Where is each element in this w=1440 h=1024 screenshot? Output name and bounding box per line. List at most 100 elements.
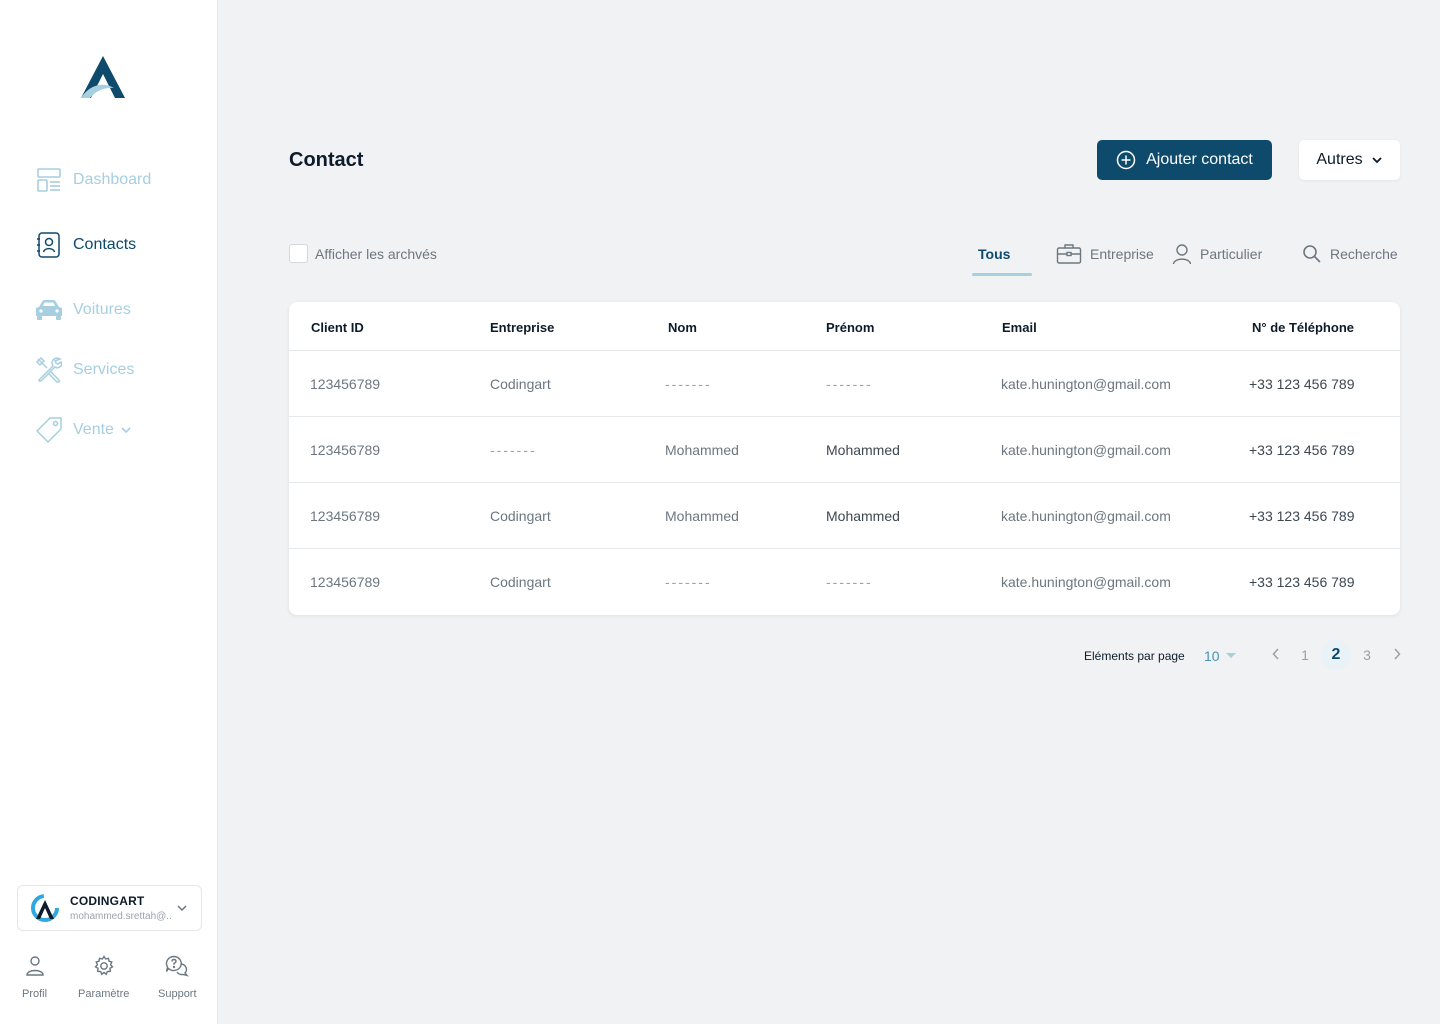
dashboard-icon: [34, 165, 64, 195]
tab-label: Particulier: [1200, 246, 1263, 262]
others-label: Autres: [1316, 151, 1363, 168]
tag-icon: [34, 415, 64, 445]
cell-entreprise: Codingart: [490, 574, 551, 590]
page-title: Contact: [289, 149, 364, 171]
col-entreprise[interactable]: Entreprise: [490, 320, 554, 335]
briefcase-icon: [1056, 243, 1082, 265]
nav-label: Vente: [73, 421, 114, 438]
cell-email: kate.hunington@gmail.com: [1001, 442, 1171, 458]
tools-icon: [34, 355, 64, 385]
tab-label: Tous: [978, 246, 1011, 262]
prev-page-button[interactable]: [1261, 640, 1291, 670]
search-toggle[interactable]: Recherche: [1302, 240, 1398, 268]
page-3-button[interactable]: 3: [1352, 640, 1382, 670]
cell-nom: -------: [665, 574, 712, 590]
tab-particulier[interactable]: Particulier: [1172, 240, 1262, 268]
support-link[interactable]: Support: [158, 955, 197, 1000]
cell-client-id: 123456789: [310, 574, 381, 590]
tab-tous[interactable]: Tous: [978, 240, 1010, 268]
cell-entreprise: -------: [490, 442, 537, 458]
support-chat-icon: [165, 955, 190, 982]
cell-prenom: Mohammed: [826, 508, 900, 524]
col-client-id[interactable]: Client ID: [311, 320, 364, 335]
show-archived-checkbox[interactable]: Afficher les archvés: [289, 244, 437, 263]
cell-client-id: 123456789: [310, 442, 381, 458]
nav-label: Voitures: [73, 301, 131, 318]
nav-label: Dashboard: [73, 171, 152, 188]
col-nom[interactable]: Nom: [668, 320, 697, 335]
per-page-value: 10: [1204, 648, 1220, 664]
cell-email: kate.hunington@gmail.com: [1001, 574, 1171, 590]
search-label: Recherche: [1330, 246, 1398, 262]
settings-label: Paramètre: [78, 988, 130, 1000]
cell-entreprise: Codingart: [490, 376, 551, 392]
per-page-label: Eléments par page: [1084, 649, 1185, 663]
company-logo: [31, 894, 59, 922]
cell-prenom: Mohammed: [826, 442, 900, 458]
account-name: CODINGART: [70, 894, 145, 908]
profile-label: Profil: [22, 988, 48, 1000]
nav-voitures[interactable]: Voitures: [34, 294, 131, 326]
cell-nom: Mohammed: [665, 508, 739, 524]
nav-services[interactable]: Services: [34, 354, 134, 386]
chevron-right-icon: [1393, 647, 1401, 663]
cell-email: kate.hunington@gmail.com: [1001, 508, 1171, 524]
cell-telephone: +33 123 456 789: [1249, 574, 1355, 590]
search-icon: [1302, 244, 1322, 264]
cell-telephone: +33 123 456 789: [1249, 376, 1355, 392]
gear-icon: [93, 955, 115, 982]
plus-circle-icon: [1116, 150, 1136, 170]
col-prenom[interactable]: Prénom: [826, 320, 874, 335]
col-telephone[interactable]: N° de Téléphone: [1252, 320, 1354, 335]
page-1-button[interactable]: 1: [1290, 640, 1320, 670]
col-email[interactable]: Email: [1002, 320, 1037, 335]
show-archived-label: Afficher les archvés: [315, 245, 437, 262]
others-dropdown-button[interactable]: Autres: [1299, 140, 1400, 180]
cell-telephone: +33 123 456 789: [1249, 508, 1355, 524]
sidebar: Dashboard Contacts Voitures Services Ven…: [0, 0, 218, 1024]
app-logo[interactable]: [78, 54, 128, 102]
account-switcher[interactable]: CODINGART mohammed.srettah@...: [17, 885, 202, 931]
profile-link[interactable]: Profil: [22, 955, 47, 1000]
checkbox[interactable]: [289, 244, 308, 263]
active-tab-indicator: [972, 273, 1032, 276]
chevron-down-icon: [171, 904, 193, 912]
user-icon: [24, 955, 46, 982]
add-contact-label: Ajouter contact: [1146, 151, 1253, 168]
table-row[interactable]: 123456789 Codingart ------- ------- kate…: [289, 351, 1400, 417]
contact-card-icon: [34, 230, 64, 260]
cell-prenom: -------: [826, 376, 873, 392]
caret-down-icon: [1225, 653, 1236, 659]
cell-client-id: 123456789: [310, 508, 381, 524]
chevron-left-icon: [1272, 647, 1280, 663]
cell-email: kate.hunington@gmail.com: [1001, 376, 1171, 392]
next-page-button[interactable]: [1382, 640, 1412, 670]
cell-entreprise: Codingart: [490, 508, 551, 524]
per-page-select[interactable]: 10: [1204, 648, 1236, 664]
table-row[interactable]: 123456789 Codingart ------- ------- kate…: [289, 549, 1400, 615]
car-icon: [34, 295, 64, 325]
chevron-down-icon: [120, 426, 132, 434]
user-icon: [1172, 243, 1192, 265]
contacts-table: Client ID Entreprise Nom Prénom Email N°…: [289, 302, 1400, 615]
add-contact-button[interactable]: Ajouter contact: [1097, 140, 1272, 180]
settings-link[interactable]: Paramètre: [78, 955, 129, 1000]
nav-contacts[interactable]: Contacts: [34, 229, 136, 261]
table-row[interactable]: 123456789 ------- Mohammed Mohammed kate…: [289, 417, 1400, 483]
table-header: Client ID Entreprise Nom Prénom Email N°…: [289, 302, 1400, 351]
nav-dashboard[interactable]: Dashboard: [34, 164, 151, 196]
tab-entreprise[interactable]: Entreprise: [1056, 240, 1154, 268]
cell-client-id: 123456789: [310, 376, 381, 392]
nav-vente[interactable]: Vente: [34, 414, 132, 446]
cell-nom: -------: [665, 376, 712, 392]
account-email: mohammed.srettah@...: [70, 911, 171, 922]
cell-nom: Mohammed: [665, 442, 739, 458]
page-2-button[interactable]: 2: [1321, 640, 1351, 670]
cell-telephone: +33 123 456 789: [1249, 442, 1355, 458]
table-row[interactable]: 123456789 Codingart Mohammed Mohammed ka…: [289, 483, 1400, 549]
tab-label: Entreprise: [1090, 246, 1154, 262]
nav-label: Contacts: [73, 236, 137, 253]
cell-prenom: -------: [826, 574, 873, 590]
chevron-down-icon: [1371, 156, 1383, 164]
nav-label: Services: [73, 361, 135, 378]
